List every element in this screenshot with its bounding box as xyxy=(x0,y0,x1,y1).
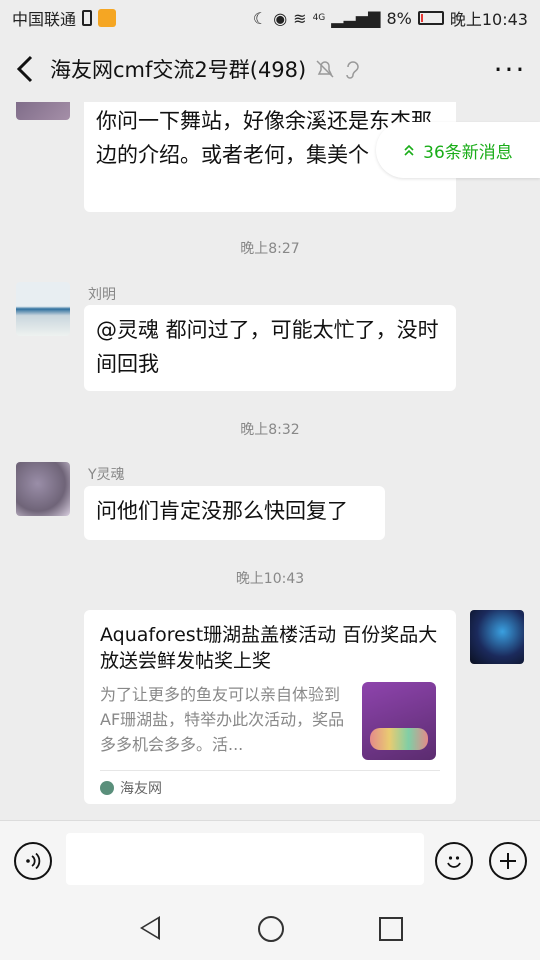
new-messages-label: 36条新消息 xyxy=(423,142,513,163)
timestamp: 晚上8:27 xyxy=(240,241,300,257)
chat-area[interactable]: 你问一下舞站，好像余溪还是东杰那边的介绍。或者老何，集美个 36条新消息 晚上8… xyxy=(0,102,540,820)
article-title: Aquaforest珊湖盐盖楼活动 百份奖品大放送尝鲜发帖奖上奖 xyxy=(100,624,438,672)
plus-icon xyxy=(500,853,516,869)
group-title: 海友网cmf交流2号群(498) xyxy=(50,58,307,82)
chevron-left-icon xyxy=(16,55,33,83)
avatar[interactable] xyxy=(16,282,70,336)
smile-icon xyxy=(447,856,461,868)
new-messages-button[interactable]: 36条新消息 xyxy=(376,122,540,178)
avatar[interactable] xyxy=(16,102,70,120)
carrier-label: 中国联通 xyxy=(12,10,77,29)
avatar[interactable] xyxy=(16,462,70,516)
sim-icon xyxy=(82,10,93,26)
input-bar xyxy=(0,820,540,898)
message-text: @灵魂 都问过了，可能太忙了，没时间回我 xyxy=(96,318,439,376)
timestamp: 晚上8:32 xyxy=(240,422,300,438)
chat-header: 海友网cmf交流2号群(498) ··· xyxy=(0,36,540,102)
article-thumbnail xyxy=(362,682,436,760)
nav-home-icon[interactable] xyxy=(258,916,284,942)
signal-icon: ▂▃▅▇ xyxy=(331,8,381,28)
battery-icon xyxy=(417,11,444,25)
clock: 晚上10:43 xyxy=(449,10,528,29)
ear-icon xyxy=(346,61,359,79)
message-bubble[interactable]: @灵魂 都问过了，可能太忙了，没时间回我 xyxy=(84,305,456,391)
double-chevron-up-icon xyxy=(404,144,414,156)
avatar[interactable] xyxy=(470,610,524,664)
system-nav-bar xyxy=(0,898,540,960)
message-text: 问他们肯定没那么快回复了 xyxy=(96,499,348,523)
voice-button[interactable] xyxy=(14,842,52,880)
mute-bell-icon xyxy=(316,60,334,78)
moon-icon: ☾ xyxy=(252,8,268,28)
message-bubble[interactable]: 问他们肯定没那么快回复了 xyxy=(84,486,385,540)
app-notification-icon xyxy=(98,9,117,27)
nav-recents-icon[interactable] xyxy=(379,917,403,941)
divider xyxy=(100,770,440,771)
sender-name: 刘明 xyxy=(88,287,116,303)
source-logo-icon xyxy=(100,781,114,795)
sender-name: Y灵魂 xyxy=(88,467,125,483)
voice-icon xyxy=(26,852,41,870)
article-description: 为了让更多的鱼友可以亲自体验到AF珊湖盐，特举办此次活动，奖品多多机会多多。活.… xyxy=(100,685,345,754)
wifi-icon: ≋ xyxy=(293,8,307,28)
battery-percent: 8% xyxy=(386,8,412,28)
network-type: 4G xyxy=(312,13,326,23)
message-input[interactable] xyxy=(66,833,424,885)
status-bar: 中国联通 ☾ ◉ ≋ 4G ▂▃▅▇ 8% 晚上10:43 xyxy=(0,0,540,36)
more-actions-button[interactable] xyxy=(489,842,527,880)
emoji-button[interactable] xyxy=(435,842,473,880)
back-button[interactable] xyxy=(0,36,50,102)
more-options-button[interactable]: ··· xyxy=(480,36,540,102)
eye-icon: ◉ xyxy=(273,8,288,28)
source-name: 海友网 xyxy=(120,781,162,797)
timestamp: 晚上10:43 xyxy=(235,571,305,587)
article-source: 海友网 xyxy=(100,778,162,798)
nav-back-icon[interactable] xyxy=(140,916,160,940)
shared-article-card[interactable]: Aquaforest珊湖盐盖楼活动 百份奖品大放送尝鲜发帖奖上奖 为了让更多的鱼… xyxy=(84,610,456,804)
